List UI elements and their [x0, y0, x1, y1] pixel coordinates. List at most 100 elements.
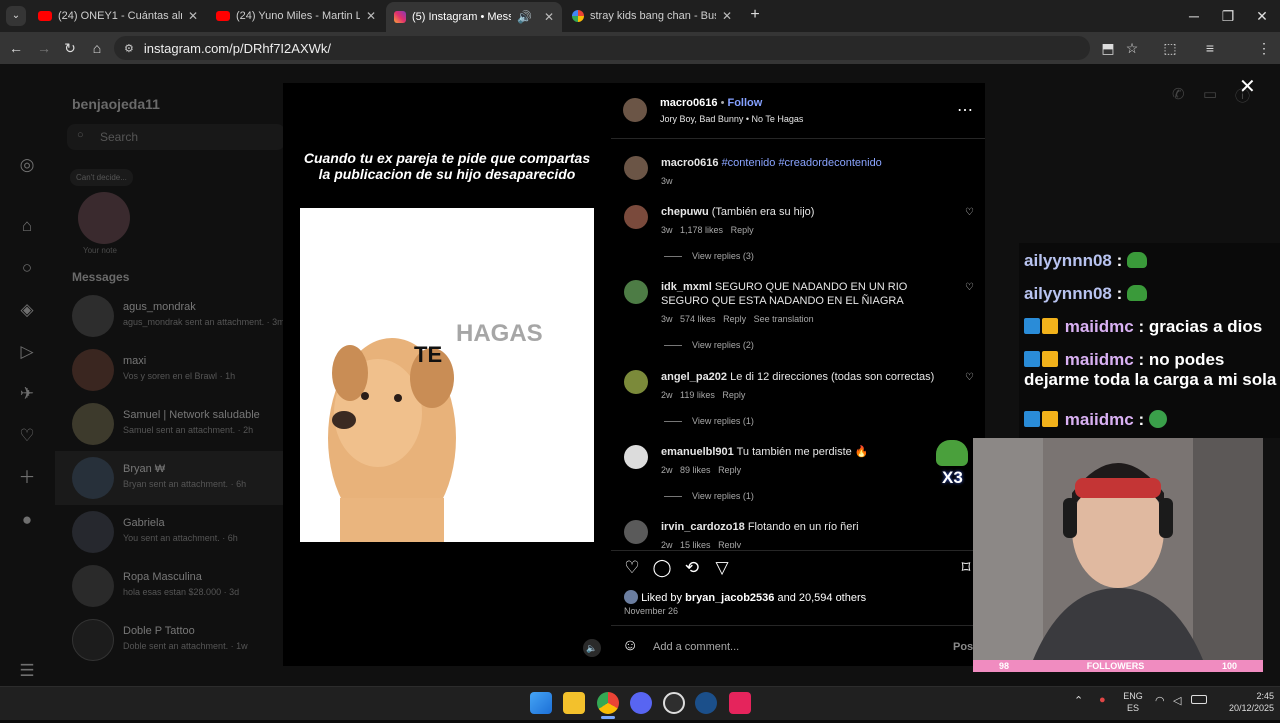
- like-comment-icon[interactable]: ♡: [965, 282, 974, 293]
- profile-icon[interactable]: ●: [17, 510, 37, 530]
- author-avatar[interactable]: [623, 98, 647, 122]
- tab-oney1[interactable]: (24) ONEY1 - Cuántas almas pu ✕: [30, 4, 206, 28]
- show-hidden-icons[interactable]: ⌃: [1074, 694, 1083, 707]
- follow-button[interactable]: Follow: [727, 97, 762, 109]
- like-comment-icon[interactable]: ♡: [965, 372, 974, 383]
- tab-instagram[interactable]: (5) Instagram • Messages 🔊 ✕: [386, 2, 562, 32]
- site-info-icon[interactable]: ⚙: [124, 42, 134, 55]
- search-input[interactable]: ○ Search: [67, 124, 285, 150]
- install-app-icon[interactable]: ⬒: [1098, 38, 1118, 58]
- likes-count[interactable]: and 20,594 others: [777, 592, 866, 604]
- account-name[interactable]: benjaojeda11: [72, 96, 160, 112]
- file-explorer-icon[interactable]: [563, 692, 585, 714]
- wifi-icon[interactable]: ◠: [1155, 694, 1165, 707]
- like-icon[interactable]: ♡: [622, 558, 642, 578]
- explore-icon[interactable]: ◈: [17, 300, 37, 320]
- comment-likes[interactable]: 89 likes: [680, 465, 711, 475]
- like-comment-icon[interactable]: ♡: [965, 207, 974, 218]
- comment-icon[interactable]: ◯: [652, 558, 672, 578]
- more-menu-icon[interactable]: ☰: [17, 661, 37, 681]
- call-icon[interactable]: ✆: [1172, 85, 1185, 103]
- close-icon[interactable]: ✕: [188, 9, 198, 23]
- author-avatar[interactable]: [624, 156, 648, 180]
- microphone-icon[interactable]: ●: [1099, 694, 1106, 706]
- media-controls-icon[interactable]: ≡: [1200, 38, 1220, 58]
- avatar[interactable]: [624, 205, 648, 229]
- address-bar[interactable]: ⚙ instagram.com/p/DRhf7I2AXWk/: [114, 36, 1090, 60]
- notifications-icon[interactable]: ♡: [17, 426, 37, 446]
- author-username[interactable]: macro0616: [660, 97, 718, 109]
- note-bubble[interactable]: Can't decide...: [70, 169, 133, 186]
- conversation-item[interactable]: Samuel | Network saludable Samuel sent a…: [72, 403, 282, 447]
- comment-likes[interactable]: 15 likes: [680, 540, 711, 548]
- avatar[interactable]: [624, 520, 648, 544]
- close-icon[interactable]: ✕: [366, 9, 376, 23]
- video-call-icon[interactable]: ▭: [1203, 85, 1217, 103]
- clock[interactable]: 2:45 20/12/2025: [1214, 690, 1274, 714]
- avatar[interactable]: [624, 370, 648, 394]
- search-icon[interactable]: ○: [17, 258, 37, 278]
- tab-search-button[interactable]: ⌄: [6, 6, 26, 26]
- tiktok-icon[interactable]: [729, 692, 751, 714]
- minimize-icon[interactable]: ─: [1184, 6, 1204, 26]
- window-close-icon[interactable]: ✕: [1252, 6, 1272, 26]
- conversation-item[interactable]: agus_mondrak agus_mondrak sent an attach…: [72, 295, 285, 339]
- conversation-item[interactable]: Doble P Tattoo Doble sent an attachment.…: [72, 619, 282, 663]
- language-indicator[interactable]: ENG ES: [1120, 690, 1146, 714]
- create-icon[interactable]: ＋: [17, 468, 37, 488]
- view-replies-button[interactable]: View replies (2): [664, 340, 754, 350]
- audio-track[interactable]: Jory Boy, Bad Bunny • No Te Hagas: [660, 114, 803, 124]
- comment-likes[interactable]: 574 likes: [680, 314, 716, 324]
- more-options-icon[interactable]: ⋯: [957, 100, 973, 120]
- reply-button[interactable]: Reply: [731, 225, 754, 235]
- new-tab-button[interactable]: +: [746, 6, 764, 24]
- close-icon[interactable]: ✕: [544, 10, 554, 24]
- close-icon[interactable]: ✕: [722, 9, 732, 23]
- share-icon[interactable]: ▽: [712, 558, 732, 578]
- conversation-item[interactable]: Gabriela You sent an attachment. · 6h: [72, 511, 282, 555]
- mute-icon[interactable]: 🔈: [583, 639, 601, 657]
- tab-yuno-miles[interactable]: (24) Yuno Miles - Martin Luther ✕: [208, 4, 384, 28]
- view-replies-button[interactable]: View replies (1): [664, 491, 754, 501]
- steam-icon[interactable]: [695, 692, 717, 714]
- note-avatar[interactable]: [78, 192, 130, 244]
- comment-likes[interactable]: 1,178 likes: [680, 225, 723, 235]
- tab-google-search[interactable]: stray kids bang chan - Buscar c ✕: [564, 4, 740, 28]
- comment-input[interactable]: Add a comment...: [653, 641, 739, 653]
- reply-button[interactable]: Reply: [723, 314, 746, 324]
- emoji-icon[interactable]: ☺: [622, 637, 638, 655]
- reply-button[interactable]: Reply: [718, 540, 741, 548]
- reload-icon[interactable]: ↻: [60, 38, 80, 58]
- volume-icon[interactable]: ◁: [1173, 694, 1181, 707]
- conversation-item[interactable]: maxi Vos y soren en el Brawl · 1h: [72, 349, 282, 393]
- obs-icon[interactable]: [663, 692, 685, 714]
- back-icon[interactable]: ←: [6, 38, 26, 58]
- messages-icon[interactable]: ✈: [17, 384, 37, 404]
- speaker-icon[interactable]: 🔊: [517, 10, 532, 24]
- battery-icon[interactable]: [1191, 695, 1207, 704]
- chrome-icon[interactable]: [597, 692, 619, 714]
- conversation-item[interactable]: Ropa Masculina hola esas estan $28.000 ·…: [72, 565, 282, 609]
- modal-close-icon[interactable]: ✕: [1239, 74, 1256, 99]
- liker-username[interactable]: bryan_jacob2536: [685, 592, 774, 604]
- repost-icon[interactable]: ⟲: [682, 558, 702, 578]
- home-icon[interactable]: ⌂: [17, 216, 37, 236]
- view-replies-button[interactable]: View replies (3): [664, 251, 754, 261]
- conversation-item[interactable]: Bryan ₩ Bryan sent an attachment. · 6h: [72, 457, 282, 501]
- instagram-logo-icon[interactable]: ◎: [17, 155, 37, 175]
- view-replies-button[interactable]: View replies (1): [664, 416, 754, 426]
- forward-icon[interactable]: →: [34, 38, 54, 58]
- extensions-icon[interactable]: ⬚: [1160, 38, 1180, 58]
- bookmark-star-icon[interactable]: ☆: [1122, 38, 1142, 58]
- reply-button[interactable]: Reply: [718, 465, 741, 475]
- avatar[interactable]: [624, 445, 648, 469]
- reply-button[interactable]: Reply: [722, 390, 745, 400]
- maximize-icon[interactable]: ❐: [1218, 6, 1238, 26]
- chrome-menu-icon[interactable]: ⋮: [1254, 38, 1274, 58]
- avatar[interactable]: [624, 280, 648, 304]
- comment-likes[interactable]: 119 likes: [680, 390, 715, 400]
- discord-icon[interactable]: [630, 692, 652, 714]
- start-menu-icon[interactable]: [530, 692, 552, 714]
- see-translation-button[interactable]: See translation: [754, 314, 814, 324]
- home-icon[interactable]: ⌂: [87, 38, 107, 58]
